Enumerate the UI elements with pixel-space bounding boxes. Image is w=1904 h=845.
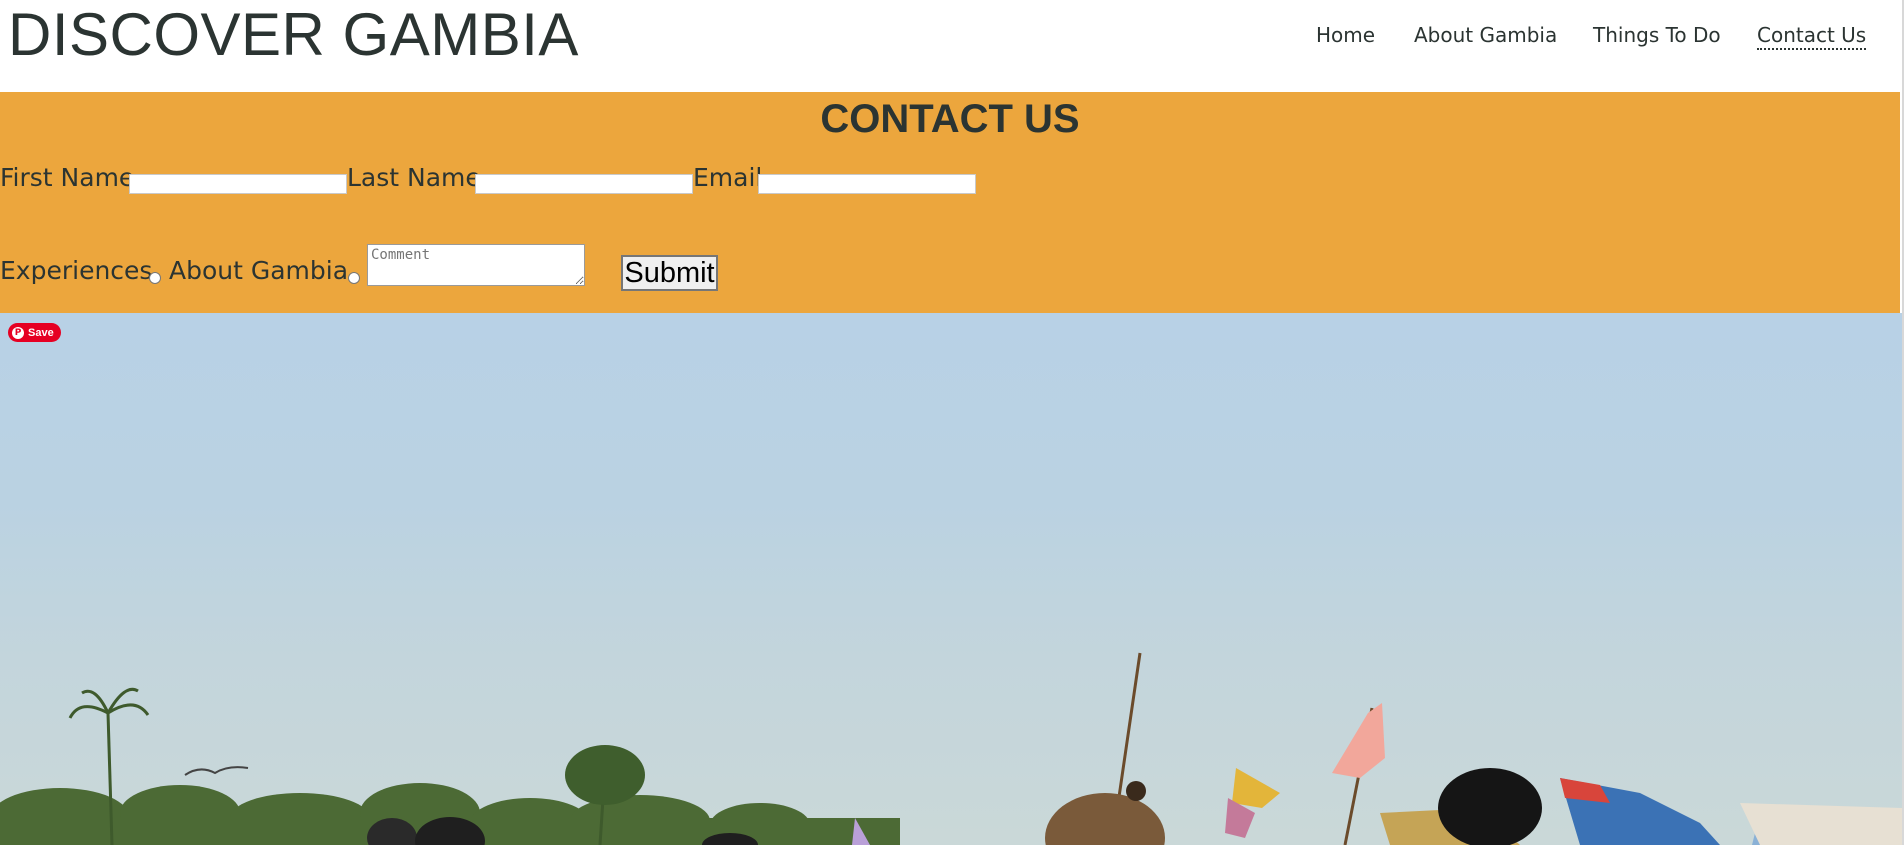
- first-name-input[interactable]: [129, 174, 347, 194]
- radio-experiences-label: Experiences: [0, 256, 153, 285]
- contact-heading: CONTACT US: [820, 97, 1080, 141]
- radio-experiences[interactable]: [149, 272, 161, 284]
- radio-about-gambia[interactable]: [348, 272, 360, 284]
- flag-pink: [1332, 703, 1385, 778]
- email-label: Email: [693, 163, 763, 192]
- head-hat: [1438, 768, 1542, 845]
- boat-white: [1740, 803, 1902, 845]
- pinterest-icon: P: [12, 326, 24, 339]
- radio-about-gambia-label: About Gambia: [169, 256, 349, 285]
- nav-things-to-do[interactable]: Things To Do: [1593, 22, 1721, 48]
- site-header: DISCOVER GAMBIA Home About Gambia Things…: [0, 0, 1904, 92]
- beach-scene-illustration: [0, 652, 1902, 845]
- pinterest-save-label: Save: [28, 326, 54, 339]
- pinterest-save-button[interactable]: P Save: [8, 323, 61, 342]
- bird: [184, 766, 249, 776]
- last-name-label: Last Name: [347, 163, 481, 192]
- head-hair: [1045, 793, 1165, 845]
- main-nav: Home About Gambia Things To Do Contact U…: [0, 22, 1904, 52]
- last-name-input[interactable]: [475, 174, 693, 194]
- contact-section: CONTACT US First Name Last Name Email Ex…: [0, 92, 1900, 313]
- nav-contact-us[interactable]: Contact Us: [1757, 22, 1867, 50]
- hero-photo: P Save: [0, 313, 1902, 845]
- flag-yellow: [1232, 768, 1280, 808]
- nav-home[interactable]: Home: [1316, 22, 1375, 48]
- first-name-label: First Name: [0, 163, 135, 192]
- nav-about-gambia[interactable]: About Gambia: [1414, 22, 1557, 48]
- comment-textarea[interactable]: [367, 244, 585, 286]
- submit-button[interactable]: Submit: [621, 255, 718, 291]
- email-input[interactable]: [758, 174, 976, 194]
